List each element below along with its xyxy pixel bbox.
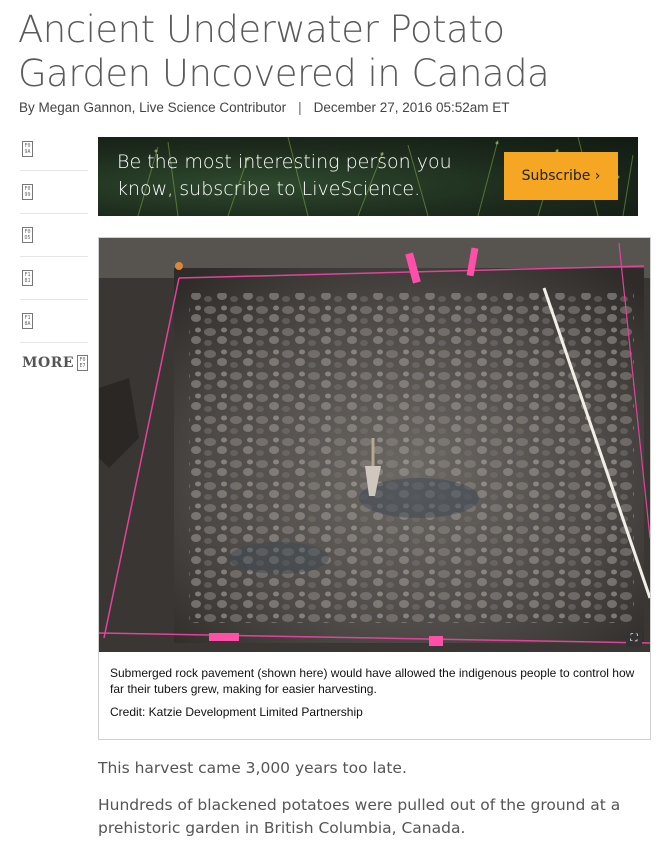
share-reddit-button[interactable]: F1 81 [20, 257, 88, 300]
share-flipboard-button[interactable]: F1 8A [20, 300, 88, 343]
excavation-photo[interactable] [99, 238, 650, 652]
subscribe-ad-banner[interactable]: Be the most interesting person you know,… [98, 137, 638, 216]
share-rail: F0 9A F0 99 F0 D5 F1 81 F1 8A MORE F0 E7 [20, 128, 88, 383]
twitter-icon: F0 99 [22, 184, 33, 200]
article-paragraph: This harvest came 3,000 years too late. [98, 759, 407, 777]
flipboard-icon: F1 8A [22, 313, 33, 329]
share-facebook-button[interactable]: F0 9A [20, 128, 88, 171]
excavation-photo-image [99, 238, 650, 652]
article-headline: Ancient Underwater Potato Garden Uncover… [18, 8, 550, 95]
byline: By Megan Gannon, Live Science Contributo… [19, 100, 510, 115]
more-label: MORE [22, 355, 74, 371]
figure-caption: Submerged rock pavement (shown here) wou… [110, 666, 635, 696]
reddit-icon: F1 81 [22, 270, 33, 286]
facebook-icon: F0 9A [22, 141, 33, 157]
byline-author[interactable]: By Megan Gannon, Live Science Contributo… [19, 100, 286, 115]
share-twitter-button[interactable]: F0 99 [20, 171, 88, 214]
byline-separator: | [298, 100, 302, 115]
expand-icon[interactable]: ⛶ [626, 631, 642, 647]
article-paragraph: Hundreds of blackened potatoes were pull… [98, 796, 621, 837]
more-icon: F0 E7 [77, 355, 88, 371]
google-plus-icon: F0 D5 [22, 227, 33, 243]
share-googleplus-button[interactable]: F0 D5 [20, 214, 88, 257]
figure-credit: Credit: Katzie Development Limited Partn… [110, 705, 363, 719]
share-more-button[interactable]: MORE F0 E7 [20, 343, 88, 383]
subscribe-button[interactable]: Subscribe › [504, 152, 618, 200]
ad-message: Be the most interesting person you know,… [117, 151, 452, 200]
byline-date: December 27, 2016 05:52am ET [313, 100, 510, 115]
article-figure: ⛶ Submerged rock pavement (shown here) w… [98, 237, 651, 740]
